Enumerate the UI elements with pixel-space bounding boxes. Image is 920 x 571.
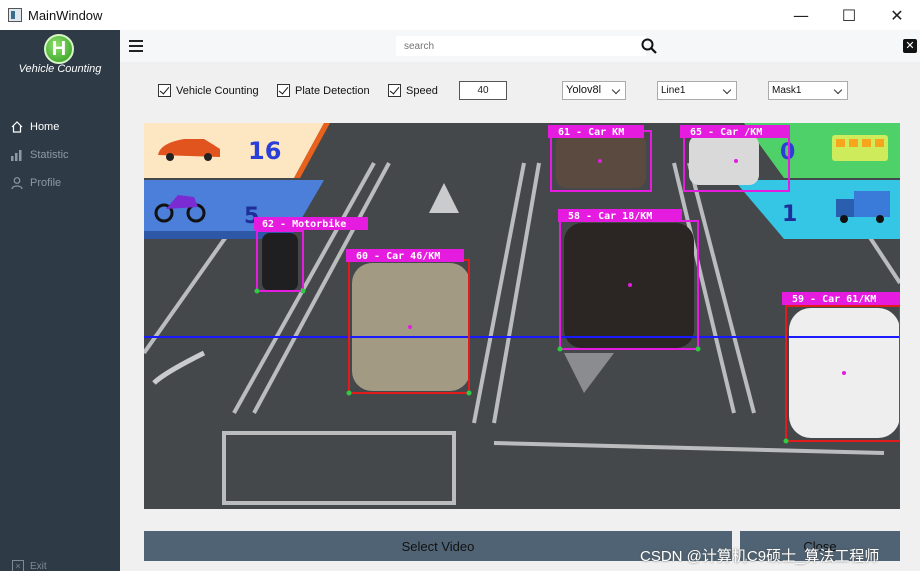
checkbox-label: Plate Detection	[295, 84, 370, 97]
exit-icon: ×	[12, 560, 24, 571]
detection-label: 65 - Car /KM	[690, 127, 762, 138]
checkbox-checked[interactable]	[158, 84, 171, 97]
detection-label: 60 - Car 46/KM	[356, 251, 440, 262]
speed-input[interactable]: 40	[459, 81, 507, 100]
mask-select[interactable]: Mask1	[768, 81, 848, 100]
video-display: 16 5 0 1 61 - Car KM 65 - Car /KM 62 - M…	[144, 123, 900, 509]
sidebar-item-profile[interactable]: Profile	[10, 174, 61, 192]
bar-chart-icon	[10, 148, 24, 162]
line-select[interactable]: Line1	[657, 81, 737, 100]
detection-label: 59 - Car 61/KM	[792, 294, 876, 305]
bus-count-value: 0	[780, 140, 795, 165]
bus-icon	[832, 135, 888, 161]
sidebar-item-label: Profile	[30, 177, 62, 189]
chevron-down-icon	[722, 85, 732, 95]
exit-label: Exit	[30, 560, 47, 571]
watermark: CSDN @计算机C9硕士_算法工程师	[640, 548, 880, 565]
checkbox-checked[interactable]	[388, 84, 401, 97]
app-name: Vehicle Counting	[18, 63, 102, 75]
car-count-value: 16	[248, 137, 281, 165]
speed-checkbox[interactable]: Speed	[388, 84, 438, 97]
user-icon	[10, 176, 24, 190]
window-title: MainWindow	[28, 7, 103, 23]
video-frame: 16 5 0 1 61 - Car KM 65 - Car /KM 62 - M…	[144, 123, 900, 509]
checkbox-label: Vehicle Counting	[176, 84, 259, 97]
menu-icon[interactable]	[129, 40, 143, 52]
detection-label: 61 - Car KM	[558, 127, 624, 138]
app-icon	[8, 8, 22, 22]
sidebar-item-label: Home	[30, 121, 60, 133]
app-logo: H	[44, 34, 74, 64]
sidebar: H Vehicle Counting Home Statistic Profil…	[0, 30, 120, 571]
exit-button[interactable]: × Exit	[12, 560, 47, 571]
search-input[interactable]	[404, 38, 634, 54]
chevron-down-icon	[833, 85, 843, 95]
vehicle-counting-checkbox[interactable]: Vehicle Counting	[158, 84, 259, 97]
plate-detection-checkbox[interactable]: Plate Detection	[277, 84, 370, 97]
detection-label: 58 - Car 18/KM	[568, 211, 652, 222]
close-icon[interactable]: ✕	[903, 39, 917, 53]
home-icon	[10, 120, 24, 134]
model-select[interactable]: Yolov8l	[562, 81, 626, 100]
search-icon[interactable]	[640, 37, 658, 55]
top-bar: ✕	[120, 30, 920, 62]
sidebar-item-home[interactable]: Home	[10, 118, 59, 136]
truck-count-value: 1	[782, 202, 797, 227]
main-window: MainWindow — ☐ ✕ H Vehicle Counting Home…	[0, 0, 920, 571]
checkbox-label: Speed	[406, 84, 438, 97]
minimize-button[interactable]: —	[778, 0, 824, 30]
close-window-button[interactable]: ✕	[874, 0, 920, 30]
checkbox-checked[interactable]	[277, 84, 290, 97]
mask-select-value: Mask1	[772, 85, 802, 96]
maximize-button[interactable]: ☐	[826, 0, 872, 30]
chevron-down-icon	[611, 85, 621, 95]
line-select-value: Line1	[661, 85, 686, 96]
detection-label: 62 - Motorbike	[262, 218, 346, 230]
sidebar-item-label: Statistic	[30, 149, 69, 161]
model-select-value: Yolov8l	[566, 84, 602, 96]
title-bar: MainWindow — ☐ ✕	[0, 0, 920, 30]
sidebar-item-statistic[interactable]: Statistic	[10, 146, 69, 164]
